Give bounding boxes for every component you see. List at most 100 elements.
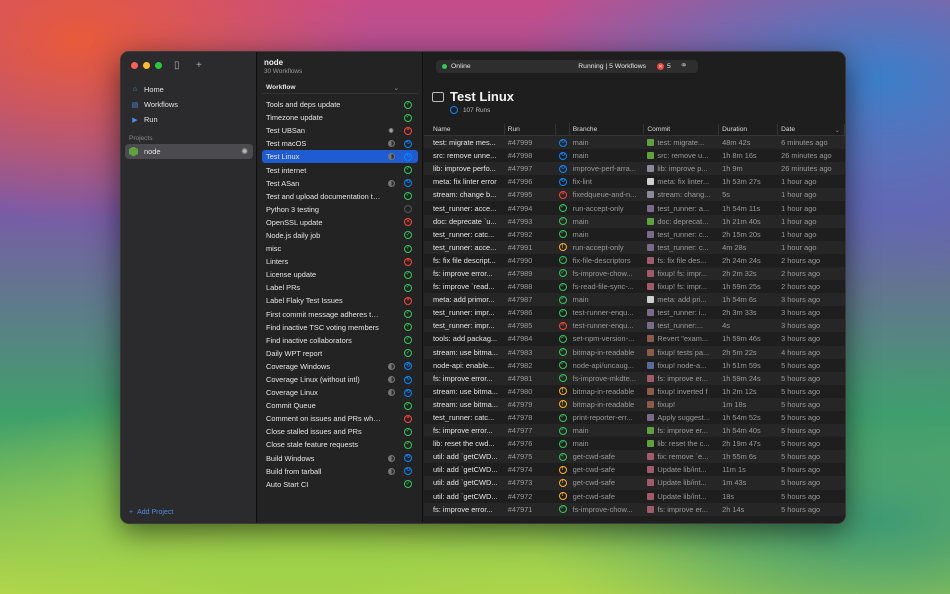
column-header-name[interactable]: Name <box>430 123 505 136</box>
run-number-cell: #47994 <box>507 203 533 213</box>
column-header-date[interactable]: Date ⌄ <box>778 123 845 136</box>
table-row[interactable]: fs: fix file descript... #47990 ✓ fix-file-… <box>424 254 845 267</box>
workflow-item[interactable]: Node.js daily job ✓ <box>262 229 418 242</box>
table-row[interactable]: test: migrate mes... #47999 ⟲ main test: mig… <box>424 136 845 150</box>
table-row[interactable]: test_runner: impr... #47985 ✕ test-runner-e… <box>424 319 845 333</box>
table-row[interactable]: fs: improve error... #47977 ✓ main fs: impro… <box>424 424 845 438</box>
workflow-item[interactable]: Close stalled issues and PRs ✓ <box>262 425 418 438</box>
zoom-window-button[interactable] <box>155 62 162 69</box>
sidebar-item-workflows[interactable]: ▤ Workflows <box>127 97 251 112</box>
workflow-item[interactable]: OpenSSL update ✕ <box>262 216 418 229</box>
error-count-badge[interactable]: ✕ 5 <box>657 60 671 73</box>
workflow-item[interactable]: Build from tarball ⟲ <box>262 465 418 478</box>
workflow-item[interactable]: Find inactive collaborators ✓ <box>262 334 418 347</box>
loading-spinner-icon: ✺ <box>241 147 248 156</box>
workflow-item[interactable]: Test ASan ⟲ <box>262 177 418 190</box>
workflow-item[interactable]: Auto Start CI ✓ <box>262 478 418 491</box>
close-window-button[interactable] <box>131 62 138 69</box>
sidebar-item-home[interactable]: ⌂ Home <box>127 82 251 97</box>
project-item-node[interactable]: node ✺ <box>125 144 253 159</box>
workflow-item[interactable]: Python 3 testing <box>262 203 418 216</box>
workflow-item[interactable]: Coverage Linux (without intl) ⟲ <box>262 373 418 386</box>
link-icon[interactable]: ⚭ <box>680 60 688 71</box>
workflow-item[interactable]: Coverage Windows ⟲ <box>262 360 418 373</box>
workflow-item[interactable]: Close stale feature requests ✓ <box>262 438 418 451</box>
commit-message: src: remove u... <box>657 151 709 161</box>
workflow-item[interactable]: Test Linux ⟲ <box>262 150 418 164</box>
table-row[interactable]: util: add `getCWD... #47975 ✓ get-cwd-safe f… <box>424 450 845 464</box>
table-row[interactable]: test_runner: acce... #47994 ✓ run-accept-on… <box>424 201 845 214</box>
workflow-column-header[interactable]: Workflow ⌄ <box>261 82 419 94</box>
run-status-cell: ✓ <box>556 372 570 385</box>
table-row[interactable]: fs: improve `read... #47988 ✓ fs-read-file-… <box>424 280 845 293</box>
author-avatar <box>647 440 655 448</box>
column-header-run[interactable]: Run <box>505 123 556 136</box>
sidebar-toggle-icon[interactable]: ▯ <box>174 60 180 71</box>
table-row[interactable]: stream: change b... #47995 ✕ fixedqueue-and… <box>424 188 845 202</box>
workflow-item[interactable]: First commit message adheres to g... ✓ <box>262 308 418 321</box>
workflow-item[interactable]: Comment on issues and PRs when l... ✕ <box>262 412 418 425</box>
workflow-item[interactable]: Coverage Linux ⟲ <box>262 386 418 399</box>
workflow-item[interactable]: Test UBSan ✺ ✕ <box>262 124 418 137</box>
column-header-duration[interactable]: Duration <box>719 123 779 136</box>
commit-message: fixup! <box>657 399 676 409</box>
add-project-button[interactable]: + Add Project <box>129 509 173 516</box>
table-row[interactable]: lib: improve perfo... #47997 ⟲ improve-perf… <box>424 162 845 176</box>
table-row[interactable]: util: add `getCWD... #47972! get-cwd-safe U… <box>424 490 845 503</box>
workflow-label: Label PRs <box>266 283 301 293</box>
commit-cell: lib: improve p... <box>644 164 719 173</box>
workflow-item[interactable]: Find inactive TSC voting members ✓ <box>262 321 418 334</box>
table-row[interactable]: stream: use bitma... #47983 ✓ bitmap-in-rea… <box>424 345 845 359</box>
plus-icon[interactable]: + <box>196 60 202 71</box>
table-row[interactable]: util: add `getCWD... #47974! get-cwd-safe U… <box>424 463 845 476</box>
minimize-window-button[interactable] <box>143 62 150 69</box>
author-avatar <box>647 178 655 186</box>
workflow-item[interactable]: Build Windows ⟲ <box>262 452 418 465</box>
workflow-item[interactable]: Test macOS ⟲ <box>262 137 418 150</box>
run-status-cell: ✓ <box>556 346 570 359</box>
workflow-item[interactable]: Test internet ✓ <box>262 163 418 176</box>
workflow-item[interactable]: Commit Queue ✓ <box>262 399 418 412</box>
table-row[interactable]: src: remove unne... #47998 ⟲ main src: remov… <box>424 149 845 162</box>
author-avatar <box>647 348 655 356</box>
workflow-item[interactable]: Tools and deps update ✓ <box>262 98 418 111</box>
workflow-item[interactable]: Daily WPT report ✓ <box>262 347 418 360</box>
table-row[interactable]: stream: use bitma... #47979! bitmap-in-rea… <box>424 397 845 411</box>
column-header-branch[interactable]: Branche <box>570 123 645 136</box>
loading-spinner-icon: ✺ <box>388 127 394 135</box>
table-row[interactable]: lib: reset the cwd... #47976 ✓ main lib: res… <box>424 437 845 450</box>
table-row[interactable]: test_runner: catc... #47992 ✓ main test_runn… <box>424 228 845 241</box>
table-row[interactable]: meta: add primor... #47987 ✓ main meta: add … <box>424 293 845 307</box>
table-row[interactable]: meta: fix linter error #47996 ⟲ fix-lint met… <box>424 175 845 188</box>
author-avatar <box>647 335 655 343</box>
status-run-icon: ⟲ <box>558 138 567 147</box>
workflow-item[interactable]: Test and upload documentation to a... ✓ <box>262 190 418 203</box>
workflow-item[interactable]: License update ✓ <box>262 268 418 281</box>
branch-cell: bitmap-in-readable <box>572 386 635 396</box>
table-row[interactable]: test_runner: catc... #47978 ✓ print-reporte… <box>424 411 845 424</box>
table-row[interactable]: fs: improve error... #47981 ✓ fs-improve-mk… <box>424 371 845 385</box>
table-row[interactable]: fs: improve error... #47971 ✓ fs-improve-ch… <box>424 502 845 516</box>
table-row[interactable]: util: add `getCWD... #47973! get-cwd-safe U… <box>424 476 845 490</box>
workflow-item[interactable]: Label Flaky Test Issues ✕ <box>262 294 418 307</box>
table-row[interactable]: stream: use bitma... #47980! bitmap-in-rea… <box>424 385 845 398</box>
table-row[interactable]: test_runner: acce... #47991! run-accept-on… <box>424 240 845 254</box>
workflow-item[interactable]: misc ✓ <box>262 242 418 255</box>
workflow-header-label: Workflow <box>266 84 296 91</box>
run-number-cell: #47978 <box>507 413 533 423</box>
workflow-item[interactable]: Timezone update ✓ <box>262 111 418 124</box>
column-header-status[interactable] <box>556 123 570 136</box>
workflow-item[interactable]: Label PRs ✓ <box>262 281 418 294</box>
table-row[interactable]: node-api: enable... #47982 ✓ node-api/uncau… <box>424 359 845 372</box>
table-row[interactable]: tools: add packag... #47984 ✓ set-npm-versi… <box>424 332 845 345</box>
workflow-item[interactable]: Linters ✕ <box>262 255 418 268</box>
table-row[interactable]: test_runner: impr... #47986 ✓ test-runner-e… <box>424 306 845 319</box>
table-row[interactable]: doc: deprecate `u... #47993 ✓ main doc: depr… <box>424 214 845 228</box>
commit-cell: test_runner: c... <box>644 230 719 239</box>
date-cell: 5 hours ago <box>781 426 821 436</box>
date-cell: 2 hours ago <box>781 255 821 265</box>
table-row[interactable]: fs: improve error... #47989 ✓ fs-improve-ch… <box>424 266 845 281</box>
branch-cell: main <box>572 216 589 226</box>
sidebar-item-run[interactable]: ▶ Run <box>127 112 251 127</box>
column-header-commit[interactable]: Commit <box>644 123 720 136</box>
